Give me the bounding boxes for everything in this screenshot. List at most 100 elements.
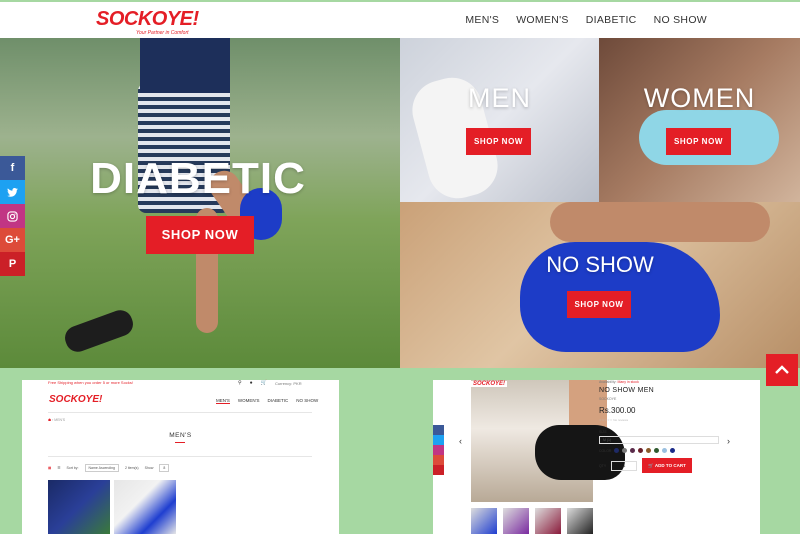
item-count: 2 item(s)	[124, 466, 139, 470]
nav-item-mens[interactable]: MEN'S	[465, 14, 499, 26]
search-icon[interactable]: ⚲	[238, 380, 242, 386]
hero-tile-diabetic[interactable]: DIABETIC SHOP NOW	[0, 38, 400, 368]
collection-title: MEN'S	[169, 432, 192, 439]
size-label: SIZE	[599, 430, 607, 434]
product-thumbnail[interactable]	[503, 508, 529, 534]
nav-item-womens[interactable]: WOMEN'S	[516, 14, 569, 26]
preview-nav-diabetic[interactable]: DIABETIC	[267, 398, 288, 404]
show-select[interactable]: 8	[159, 464, 170, 472]
product-thumbnail[interactable]	[48, 480, 110, 534]
product-info: Availability: Many in stock NO SHOW MEN …	[599, 380, 729, 473]
add-to-cart-button[interactable]: 🛒 ADD TO CART	[642, 458, 692, 473]
shop-now-diabetic-button[interactable]: SHOP NOW	[146, 216, 254, 254]
preview-header-icons: ⚲ ● 🛒 Currency: PKR	[238, 380, 302, 386]
preview-nav-no-show[interactable]: NO SHOW	[296, 398, 318, 404]
grid-view-icon[interactable]: ▦	[48, 466, 51, 470]
show-label: Show	[144, 466, 154, 470]
scroll-to-top-button[interactable]	[766, 354, 798, 386]
cart-icon: 🛒	[648, 463, 654, 468]
free-shipping-notice: Free Shipping when you order 5 or more S…	[48, 380, 133, 385]
currency-selector[interactable]: Currency: PKR	[275, 381, 302, 386]
product-page-preview: ‹ SOCKOYE! Availability: Many in stock N…	[433, 380, 760, 534]
instagram-icon[interactable]	[433, 445, 444, 455]
main-nav: MEN'S WOMEN'S DIABETIC NO SHOW	[465, 14, 707, 26]
twitter-icon[interactable]	[0, 180, 25, 204]
color-swatch[interactable]	[646, 448, 652, 453]
facebook-icon[interactable]	[433, 425, 444, 435]
color-label: COLOR	[599, 448, 612, 453]
color-swatch[interactable]	[662, 448, 668, 453]
hero-title-no-show: NO SHOW	[546, 252, 654, 277]
pinterest-icon[interactable]: P	[0, 252, 25, 276]
collection-toolbar: ▦ ☰ Sort by: Name Ascending 2 item(s) Sh…	[48, 464, 170, 472]
product-thumbnail[interactable]	[535, 508, 561, 534]
quantity-input[interactable]: 1	[611, 460, 638, 471]
hero-tile-men[interactable]: MEN SHOP NOW	[400, 38, 599, 202]
availability-value: Many in stock	[617, 380, 639, 384]
add-to-cart-row: QTY 1 🛒 ADD TO CART	[599, 458, 729, 473]
home-icon[interactable]: ☗	[48, 418, 51, 422]
hero-title-men: MEN	[468, 83, 531, 113]
rating-stars-icon: ☆☆☆☆☆	[599, 418, 613, 422]
sort-select[interactable]: Name Ascending	[84, 464, 119, 472]
color-swatch[interactable]	[614, 448, 620, 453]
product-price: Rs.300.00	[599, 406, 636, 415]
product-name: NO SHOW MEN	[599, 387, 655, 394]
product-reviews: ☆☆☆☆☆ No reviews	[599, 418, 729, 422]
facebook-icon[interactable]: f	[0, 156, 25, 180]
image-watermark-logo: SOCKOYE!	[471, 381, 508, 387]
google-plus-icon[interactable]: G+	[0, 228, 25, 252]
color-swatch[interactable]	[638, 448, 644, 453]
hero-title-women: WOMEN	[643, 83, 756, 113]
shop-now-women-button[interactable]: SHOP NOW	[666, 128, 731, 155]
breadcrumb-current: MEN'S	[54, 418, 66, 422]
preview-nav-womens[interactable]: WOMEN'S	[238, 398, 260, 404]
product-brand: SOCKOYE	[599, 397, 617, 401]
size-select[interactable]: M (1)	[599, 436, 719, 444]
hero-tile-no-show[interactable]: NO SHOW SHOP NOW	[400, 202, 800, 368]
color-swatches: COLOR	[599, 448, 729, 453]
color-swatch[interactable]	[670, 448, 676, 453]
color-swatch[interactable]	[622, 448, 628, 453]
product-thumbnail[interactable]	[567, 508, 593, 534]
preview-nav: MEN'S WOMEN'S DIABETIC NO SHOW	[216, 398, 318, 404]
social-share-bar: f G+ P	[0, 156, 25, 276]
color-swatch[interactable]	[630, 448, 636, 453]
preview-logo[interactable]: SOCKOYE!	[49, 394, 102, 405]
hero-tile-women[interactable]: WOMEN SHOP NOW	[599, 38, 800, 202]
shoe-image	[61, 306, 137, 356]
color-swatch[interactable]	[654, 448, 660, 453]
site-logo[interactable]: SOCKOYE! Your Partner in Comfort	[96, 8, 199, 36]
product-thumbnail[interactable]	[471, 508, 497, 534]
product-main-image[interactable]	[471, 380, 625, 502]
shirt-image	[140, 38, 230, 93]
preview-social-bar	[433, 425, 444, 475]
qty-label: QTY	[599, 463, 607, 468]
sort-label: Sort by:	[66, 466, 79, 470]
availability: Availability: Many in stock	[599, 380, 729, 384]
twitter-icon[interactable]	[433, 435, 444, 445]
availability-label: Availability:	[599, 380, 617, 384]
logo-tagline: Your Partner in Comfort	[136, 30, 189, 36]
hands-image	[550, 202, 770, 242]
prev-arrow-icon[interactable]: ‹	[459, 436, 462, 446]
logo-text: SOCKOYE!	[96, 8, 199, 30]
add-to-cart-label: ADD TO CART	[654, 463, 686, 468]
preview-nav-mens[interactable]: MEN'S	[216, 398, 230, 404]
shop-now-no-show-button[interactable]: SHOP NOW	[567, 291, 631, 318]
nav-item-diabetic[interactable]: DIABETIC	[586, 14, 637, 26]
instagram-icon[interactable]	[0, 204, 25, 228]
google-plus-icon[interactable]	[433, 455, 444, 465]
pinterest-icon[interactable]	[433, 465, 444, 475]
breadcrumb: ☗ › MEN'S	[48, 418, 65, 422]
shop-now-men-button[interactable]: SHOP NOW	[466, 128, 531, 155]
site-header: SOCKOYE! Your Partner in Comfort MEN'S W…	[0, 0, 800, 38]
nav-item-no-show[interactable]: NO SHOW	[654, 14, 707, 26]
cart-icon[interactable]: 🛒	[261, 380, 267, 386]
user-icon[interactable]: ●	[250, 380, 253, 386]
product-thumbnails	[471, 508, 593, 534]
title-underline	[175, 442, 185, 443]
list-view-icon[interactable]: ☰	[57, 466, 60, 470]
next-arrow-icon[interactable]: ›	[727, 436, 730, 446]
product-thumbnail[interactable]	[114, 480, 176, 534]
